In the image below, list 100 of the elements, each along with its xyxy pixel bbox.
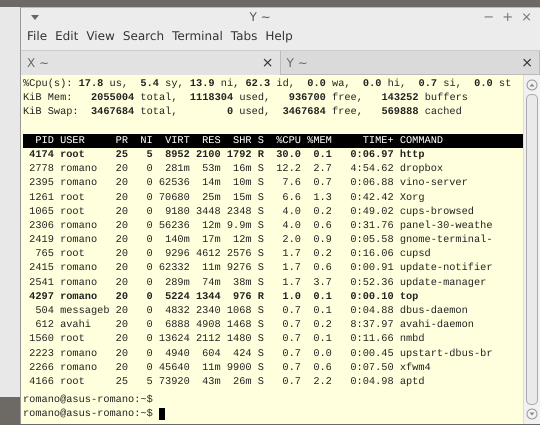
table-cell-text: 4.0 bbox=[281, 204, 301, 219]
table-cell-text: 16m bbox=[232, 162, 252, 176]
shell-prompt: romano@asus-romano:~$ bbox=[23, 408, 153, 420]
terminal-tab[interactable]: Y ~ × bbox=[280, 51, 540, 75]
tab-label: X ~ bbox=[27, 56, 50, 70]
table-cell-text: 0:00.91 bbox=[349, 261, 394, 276]
table-cell-text: romano bbox=[60, 176, 98, 190]
table-cell-text: S bbox=[256, 360, 264, 375]
table-cell-text: 765 bbox=[34, 247, 54, 262]
scrollbar[interactable] bbox=[523, 75, 540, 424]
table-cell-text: 0 bbox=[146, 176, 153, 190]
table-cell-text: 9.9m bbox=[226, 218, 252, 234]
column-header: PID bbox=[34, 134, 54, 148]
table-cell-text: 1792 bbox=[226, 148, 252, 162]
menu-item[interactable]: File bbox=[23, 29, 52, 43]
table-cell-text: 62332 bbox=[158, 261, 190, 276]
close-tab-button[interactable]: × bbox=[262, 55, 274, 71]
menu-item[interactable]: Tabs bbox=[226, 29, 262, 43]
table-cell-text: 5 bbox=[146, 374, 153, 390]
table-cell-text: romano bbox=[60, 360, 98, 375]
close-tab-button[interactable]: × bbox=[521, 54, 533, 70]
table-cell-text: 20 bbox=[114, 162, 128, 176]
table-cell-text: 0 bbox=[146, 204, 153, 219]
table-cell-text: S bbox=[256, 233, 264, 248]
table-cell-text: S bbox=[256, 261, 264, 276]
table-cell-text: 2223 bbox=[28, 346, 54, 361]
table-cell-text: 0:49.02 bbox=[349, 204, 394, 219]
table-cell-text: vino-server bbox=[400, 176, 469, 190]
table-cell-text: avahi-daemon bbox=[400, 318, 475, 332]
window-control[interactable]: − bbox=[479, 10, 498, 24]
scroll-down-icon[interactable] bbox=[526, 408, 538, 420]
table-cell-text: 140m bbox=[164, 233, 190, 248]
table-cell-text: 0:00.10 bbox=[349, 290, 394, 304]
table-cell-text: 20 bbox=[114, 290, 128, 304]
table-cell-text: 0.0 bbox=[312, 346, 332, 361]
table-cell-text: root bbox=[60, 190, 86, 205]
table-cell-text: 11m bbox=[201, 360, 221, 375]
table-cell-text: 20 bbox=[114, 204, 128, 219]
table-cell-text: 0 bbox=[146, 304, 153, 318]
table-cell-text: 43m bbox=[201, 374, 221, 390]
table-cell-text: avahi bbox=[60, 318, 92, 332]
table-cell-text: S bbox=[256, 162, 264, 176]
table-cell-text: 20 bbox=[114, 360, 128, 375]
table-cell-text: 4.0 bbox=[281, 218, 301, 234]
table-cell-text: R bbox=[256, 290, 264, 304]
table-cell-text: 0:42.42 bbox=[349, 190, 394, 205]
table-cell-text: 2576 bbox=[226, 247, 252, 262]
menu-item[interactable]: View bbox=[82, 29, 119, 43]
table-cell-text: 0.7 bbox=[281, 374, 301, 390]
table-cell-text: 0 bbox=[146, 318, 153, 332]
table-cell-text: 504 bbox=[34, 304, 54, 318]
window-control[interactable]: + bbox=[498, 10, 518, 24]
table-cell-text: 4908 bbox=[194, 318, 221, 332]
window-control[interactable]: × bbox=[517, 10, 536, 24]
table-cell-text: 0.7 bbox=[281, 360, 301, 375]
table-cell-text: cupsd bbox=[400, 247, 432, 262]
menu-item[interactable]: Edit bbox=[51, 29, 82, 43]
table-cell-text: 73920 bbox=[158, 374, 190, 390]
table-cell-text: 0.1 bbox=[312, 304, 332, 318]
table-cell-text: 3.7 bbox=[312, 276, 332, 290]
shell-prompt: romano@asus-romano:~$ bbox=[23, 394, 153, 406]
table-cell-text: 20 bbox=[114, 318, 128, 332]
table-cell-text: 25m bbox=[201, 190, 221, 205]
cursor bbox=[158, 408, 166, 420]
table-cell-text: 0:52.36 bbox=[349, 276, 394, 290]
table-cell-text: 0 bbox=[146, 261, 153, 276]
table-cell-text: 0 bbox=[146, 162, 153, 176]
table-cell-text: 1468 bbox=[226, 318, 252, 332]
table-cell-text: 20 bbox=[114, 276, 128, 290]
terminal-tab[interactable]: X ~ × bbox=[21, 51, 280, 75]
table-cell-text: 20 bbox=[114, 346, 128, 361]
menu-item[interactable]: Search bbox=[118, 29, 168, 43]
table-cell-text: 17m bbox=[201, 233, 221, 248]
table-cell-text: 25 bbox=[114, 374, 128, 390]
table-cell-text: 1261 bbox=[28, 190, 54, 205]
table-cell-text: 1068 bbox=[226, 304, 252, 318]
table-cell-text: 12.2 bbox=[275, 162, 301, 176]
table-cell-text: 45640 bbox=[158, 360, 190, 375]
table-cell-text: 14m bbox=[201, 176, 221, 190]
menu-item[interactable]: Terminal bbox=[168, 29, 227, 43]
table-cell: panel-30-weathe bbox=[400, 218, 492, 234]
table-cell-text: S bbox=[256, 374, 264, 390]
menu-item[interactable]: Help bbox=[261, 29, 297, 43]
table-cell-text: 20 bbox=[114, 218, 128, 234]
scroll-up-icon[interactable] bbox=[526, 79, 538, 91]
table-cell-text: S bbox=[256, 276, 264, 290]
table-cell-text: 2112 bbox=[194, 332, 221, 347]
summary-line: KiB Mem: 2055004 total, 1118304 used, 936700 free, 143252 buffers bbox=[23, 91, 469, 106]
table-cell-text: 38m bbox=[232, 276, 252, 290]
table-cell-text: 2415 bbox=[28, 261, 54, 276]
table-cell-text: 0 bbox=[146, 233, 153, 248]
table-cell-text: 2395 bbox=[28, 176, 54, 190]
table-cell-text: 1065 bbox=[28, 204, 54, 219]
table-cell-text: top bbox=[400, 290, 420, 304]
table-cell-text: 612 bbox=[34, 318, 54, 332]
table-cell-text: http bbox=[400, 148, 426, 162]
table-cell-text: S bbox=[256, 346, 264, 361]
table-cell-text: 976 bbox=[232, 290, 252, 304]
column-header: USER bbox=[60, 134, 86, 148]
column-header: NI bbox=[139, 134, 153, 148]
